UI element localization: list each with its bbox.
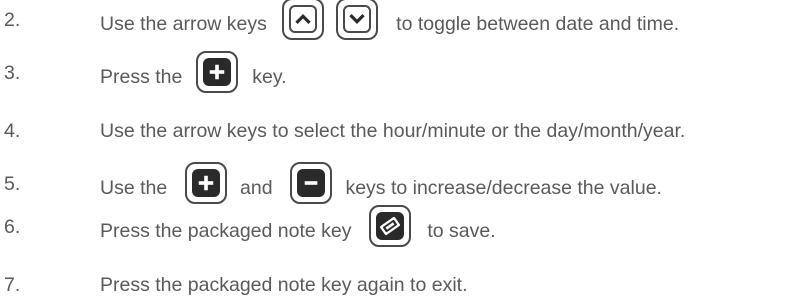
step-number: 6. bbox=[4, 216, 21, 238]
step-text: Press the bbox=[100, 66, 183, 88]
step-text: Press the packaged note key bbox=[100, 220, 352, 242]
step-text: and bbox=[240, 177, 273, 199]
step-content: Press the packaged note key to save. bbox=[100, 205, 496, 247]
minus-key bbox=[290, 162, 333, 204]
step-content: Use the and keys to increase/decrease th… bbox=[100, 162, 662, 204]
step-text: key. bbox=[252, 66, 287, 88]
up-arrow-icon bbox=[295, 14, 311, 24]
step-number: 2. bbox=[4, 9, 21, 31]
down-arrow-key bbox=[335, 0, 378, 40]
step-text: Use the arrow keys bbox=[100, 13, 267, 35]
step-number: 7. bbox=[4, 274, 21, 296]
step-text: Use the bbox=[100, 177, 168, 199]
plus-icon bbox=[209, 64, 225, 80]
packaged-note-key bbox=[368, 205, 411, 247]
up-arrow-key bbox=[282, 0, 325, 40]
step-content: Press the key. bbox=[100, 51, 287, 93]
step-text: to toggle between date and time. bbox=[396, 13, 680, 35]
step-number: 5. bbox=[4, 173, 21, 195]
step-content: Use the arrow keys to toggle between dat… bbox=[100, 0, 680, 40]
step-text: Press the packaged note key again to exi… bbox=[100, 274, 468, 296]
plus-key bbox=[195, 51, 238, 93]
step-text: keys to increase/decrease the value. bbox=[345, 177, 662, 199]
plus-icon bbox=[198, 175, 213, 191]
down-arrow-icon bbox=[349, 14, 365, 24]
plus-key bbox=[184, 162, 227, 204]
packaged-note-icon bbox=[379, 216, 400, 236]
step-text: to save. bbox=[427, 220, 496, 242]
step-number: 4. bbox=[4, 120, 21, 142]
step-number: 3. bbox=[4, 62, 21, 84]
step-text: Use the arrow keys to select the hour/mi… bbox=[100, 120, 686, 142]
minus-icon bbox=[304, 181, 318, 185]
